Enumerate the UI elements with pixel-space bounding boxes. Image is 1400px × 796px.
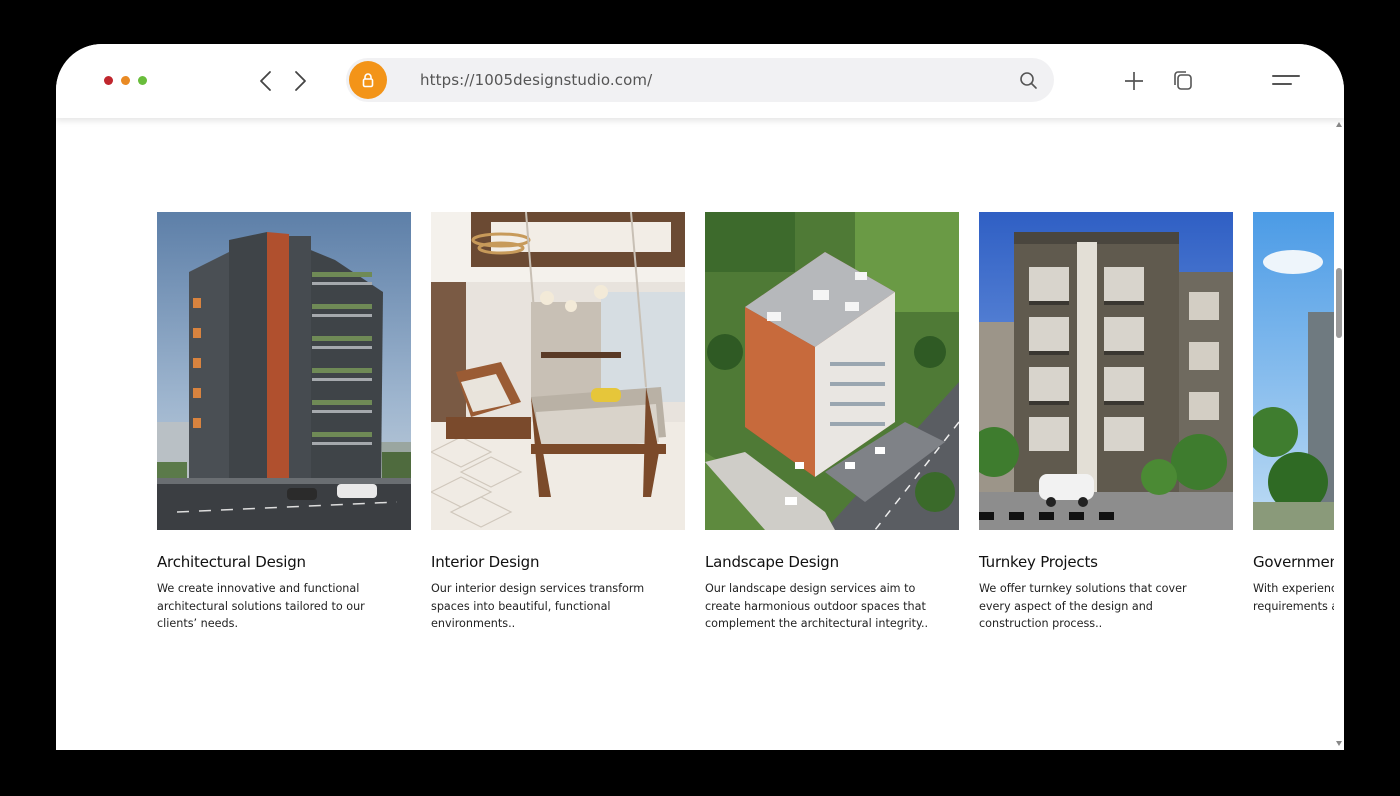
interior-swing-image [431,212,685,530]
browser-toolbar: https://1005designstudio.com/ [56,44,1344,118]
service-title[interactable]: Architectural Design [157,553,411,571]
service-card-government[interactable]: Government With experience projects, we … [1253,212,1334,615]
service-description: Our interior design services transform s… [431,582,645,630]
service-card-interior[interactable]: Interior Design Our interior design serv… [431,212,685,633]
lock-icon[interactable] [349,61,387,99]
government-building-image [1253,212,1334,530]
scroll-thumb[interactable] [1336,268,1342,338]
service-description: We create innovative and functional arch… [157,582,365,630]
architecture-building-image [157,212,411,530]
turnkey-building-image [979,212,1233,530]
url-text[interactable]: https://1005designstudio.com/ [420,71,652,89]
menu-icon[interactable] [1271,70,1301,92]
plus-icon[interactable] [1123,70,1145,92]
scroll-up-arrow-icon[interactable] [1336,122,1342,127]
service-title[interactable]: Landscape Design [705,553,959,571]
service-card-landscape[interactable]: Landscape Design Our landscape design se… [705,212,959,633]
service-title[interactable]: Interior Design [431,553,685,571]
vertical-scrollbar[interactable] [1334,118,1344,750]
address-bar[interactable]: https://1005designstudio.com/ [346,58,1054,102]
service-title[interactable]: Government [1253,553,1334,571]
service-card-turnkey[interactable]: Turnkey Projects We offer turnkey soluti… [979,212,1233,633]
window-maximize-dot[interactable] [138,76,147,85]
chevron-left-icon[interactable] [256,68,276,94]
service-description: With experience projects, we und require… [1253,582,1334,613]
chevron-right-icon[interactable] [290,68,310,94]
search-icon[interactable] [1019,71,1038,90]
landscape-aerial-image [705,212,959,530]
browser-window: https://1005designstudio.com/ Architectu… [56,44,1344,750]
window-minimize-dot[interactable] [121,76,130,85]
page-content: Architectural Design We create innovativ… [56,118,1334,750]
service-title[interactable]: Turnkey Projects [979,553,1233,571]
service-card-architectural[interactable]: Architectural Design We create innovativ… [157,212,411,633]
scroll-down-arrow-icon[interactable] [1336,741,1342,746]
tabs-icon[interactable] [1172,70,1194,92]
window-close-dot[interactable] [104,76,113,85]
service-description: Our landscape design services aim to cre… [705,582,929,630]
service-description: We offer turnkey solutions that cover ev… [979,582,1187,630]
